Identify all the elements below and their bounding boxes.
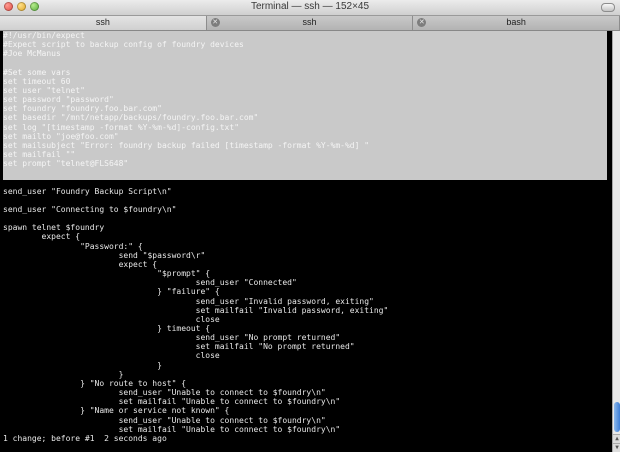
terminal-line: "$prompt" { (3, 269, 211, 279)
terminal-line: send_user "Connected" (3, 278, 297, 288)
terminal-line: send_user "Connecting to $foundry\n" (3, 204, 177, 214)
terminal-line: send_user "Unable to connect to $foundry… (3, 388, 326, 398)
terminal-line: set mailfail "Unable to connect to $foun… (3, 424, 341, 434)
terminal-line: set mailfail "Invalid password, exiting" (3, 305, 389, 315)
terminal-line: set log "[timestamp -format %Y-%m-%d]-co… (3, 122, 240, 132)
terminal-line: #Joe McManus (3, 49, 61, 59)
terminal-line: set mailfail "No prompt returned" (3, 342, 355, 352)
terminal-line: send "$password\r" (3, 250, 206, 260)
terminal-line: send_user "No prompt returned" (3, 333, 341, 343)
terminal-line: } "No route to host" { (3, 378, 187, 388)
window-title: Terminal — ssh — 152×45 (250, 1, 370, 12)
terminal-line: expect { (3, 259, 158, 269)
terminal-line: } (3, 369, 124, 379)
terminal-line: set mailto "joe@foo.com" (3, 131, 119, 141)
terminal-line: set mailfail "" (3, 150, 76, 160)
terminal-line: send_user "Unable to connect to $foundry… (3, 415, 326, 425)
terminal-window: Terminal — ssh — 152×45 ssh ✕ ssh ✕ bash… (0, 0, 620, 452)
terminal-line: } "failure" { (3, 287, 220, 297)
terminal-line: send_user "Invalid password, exiting" (3, 296, 374, 306)
terminal-line: 1 change; before #1 2 seconds ago (3, 433, 167, 443)
terminal-line: set foundry "foundry.foo.bar.com" (3, 104, 162, 114)
terminal-line: set mailfail "Unable to connect to $foun… (3, 397, 341, 407)
terminal-lines: #!/usr/bin/expect #Expect script to backu… (3, 31, 607, 443)
terminal-line: "Password:" { (3, 241, 143, 251)
scrollbar-thumb[interactable] (614, 402, 620, 432)
terminal-line: close (3, 314, 220, 324)
tab-bash[interactable]: ✕ bash (413, 16, 620, 30)
terminal-line: spawn telnet $foundry (3, 223, 105, 233)
terminal-line: #!/usr/bin/expect (3, 31, 85, 40)
tab-label: ssh (95, 17, 110, 27)
terminal-line: } "Name or service not known" { (3, 406, 230, 416)
scroll-down-icon[interactable]: ▼ (613, 443, 620, 452)
tab-label: ssh (302, 17, 317, 27)
tab-ssh-2[interactable]: ✕ ssh (206, 16, 414, 30)
terminal-line: close (3, 351, 220, 361)
tab-bar: ssh ✕ ssh ✕ bash (0, 16, 620, 31)
terminal-line: set mailsubject "Error: foundry backup f… (3, 140, 370, 150)
vertical-scrollbar[interactable]: ▲ ▼ (612, 31, 620, 452)
tab-label: bash (506, 17, 526, 27)
terminal-line: } (3, 360, 162, 370)
title-bar[interactable]: Terminal — ssh — 152×45 (0, 0, 620, 16)
terminal-line: set password "password" (3, 95, 114, 105)
terminal-line: expect { (3, 232, 81, 242)
terminal-line: set timeout 60 (3, 76, 71, 86)
terminal-line: set user "telnet" (3, 85, 85, 95)
terminal-line: #Expect script to backup config of found… (3, 40, 244, 50)
terminal-line: } timeout { (3, 324, 211, 333)
terminal-output[interactable]: #!/usr/bin/expect #Expect script to backu… (0, 31, 612, 452)
terminal-line: set basedir "/mnt/netapp/backups/foundry… (3, 113, 259, 123)
terminal-line: #Set some vars (3, 67, 71, 77)
tab-ssh-1[interactable]: ssh (0, 16, 207, 30)
toolbar-toggle-icon[interactable] (601, 3, 615, 12)
terminal-line: send_user "Foundry Backup Script\n" (3, 186, 172, 196)
terminal-line: set prompt "telnet@FLS648" (3, 159, 129, 169)
scroll-up-icon[interactable]: ▲ (613, 434, 620, 443)
